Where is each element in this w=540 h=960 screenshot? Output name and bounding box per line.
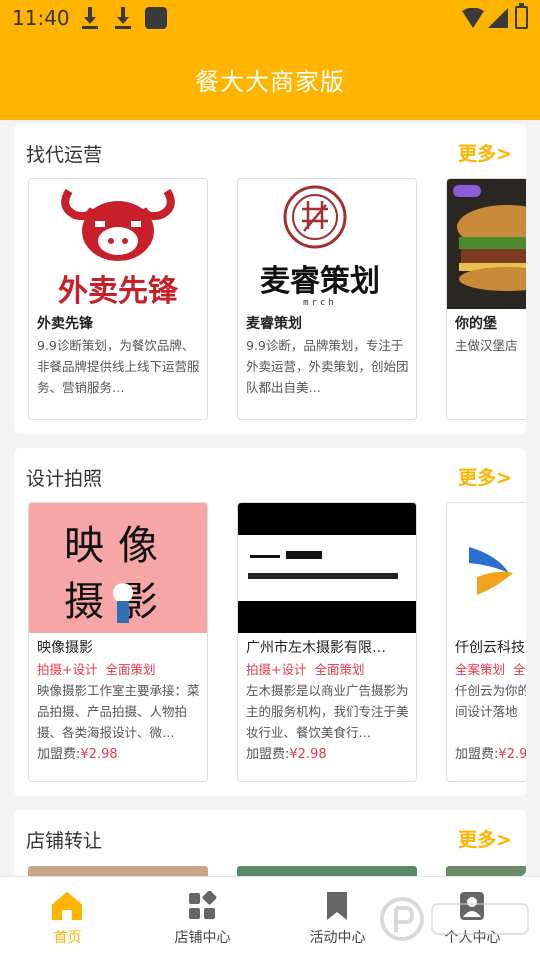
- more-link[interactable]: 更多>: [458, 825, 512, 852]
- download-icon: [115, 7, 131, 29]
- card-tags: 拍摄+设计 全面策划: [246, 662, 365, 677]
- card-name: 麦睿策划: [246, 316, 302, 332]
- bookmark-icon: [327, 892, 347, 920]
- card-name: 映像摄影: [37, 640, 93, 656]
- card-logo: 映像 摄影: [29, 503, 207, 633]
- card-photo[interactable]: [28, 866, 208, 876]
- section-operations: 找代运营 更多> 外卖先锋 外卖先锋 9.9诊断策划，为餐饮品牌、非餐品牌提供线…: [14, 124, 526, 434]
- card-description: 9.9诊断，品牌策划，专注于外卖运营，外卖策划，创始团队都出自美…: [246, 338, 409, 395]
- svg-text:映像: 映像: [64, 523, 172, 569]
- nav-home[interactable]: 首页: [0, 877, 135, 960]
- card-name: 你的堡: [455, 316, 497, 332]
- card-fee: 加盟费:¥2.9: [455, 747, 526, 762]
- card-logo: [447, 503, 526, 633]
- card-carousel[interactable]: 外卖先锋 外卖先锋 9.9诊断策划，为餐饮品牌、非餐品牌提供线上线下运营服务、营…: [28, 178, 526, 423]
- more-link[interactable]: 更多>: [458, 463, 512, 490]
- service-card[interactable]: 广州市左木摄影有限… 拍摄+设计 全面策划 左木摄影是以商业广告摄影为主的服务机构…: [237, 502, 417, 782]
- card-tags: 全案策划全: [455, 662, 526, 677]
- section-store-transfer: 店铺转让 更多>: [14, 810, 526, 876]
- card-name: 广州市左木摄影有限…: [246, 640, 386, 656]
- service-card[interactable]: 仟创云科技 全案策划全 仟创云为你的助攻，品牌v空间设计落地 加盟费:¥2.9: [446, 502, 526, 782]
- card-description: 9.9诊断策划，为餐饮品牌、非餐品牌提供线上线下运营服务、营销服务…: [37, 338, 200, 395]
- card-photo[interactable]: [446, 866, 526, 876]
- section-title: 店铺转让: [26, 830, 103, 852]
- section-design-photo: 设计拍照 更多> 映像 摄影 映像摄影 拍摄+设计全面策划 映像摄影工作室主要承…: [14, 448, 526, 796]
- section-title: 设计拍照: [26, 468, 103, 490]
- service-card[interactable]: 映像 摄影 映像摄影 拍摄+设计全面策划 映像摄影工作室主要承接：菜品拍摄、产品…: [28, 502, 208, 782]
- service-card[interactable]: 外卖先锋 外卖先锋 9.9诊断策划，为餐饮品牌、非餐品牌提供线上线下运营服务、营…: [28, 178, 208, 420]
- notification-app-icon: [145, 7, 167, 29]
- grid-icon: [189, 891, 217, 919]
- nav-label: 首页: [53, 930, 82, 946]
- nav-store-center[interactable]: 店铺中心: [135, 877, 270, 960]
- card-fee: 加盟费:¥2.98: [37, 747, 118, 762]
- card-description: 映像摄影工作室主要承接：菜品拍摄、产品拍摄、人物拍摄、各类海报设计、微…: [37, 683, 200, 740]
- page-title: 餐大大商家版: [195, 68, 345, 96]
- home-icon: [52, 892, 82, 920]
- status-time: 11:40: [12, 6, 70, 30]
- svg-text:外卖先锋: 外卖先锋: [58, 274, 179, 309]
- card-name: 仟创云科技: [455, 640, 525, 656]
- card-tags: 拍摄+设计 全面策划: [37, 662, 156, 677]
- section-title: 找代运营: [26, 144, 103, 166]
- battery-icon: [515, 3, 528, 29]
- card-carousel[interactable]: 映像 摄影 映像摄影 拍摄+设计全面策划 映像摄影工作室主要承接：菜品拍摄、产品…: [28, 502, 526, 786]
- card-logo: 外卖先锋: [29, 179, 207, 309]
- watermark-logo: [380, 897, 529, 941]
- card-description: 仟创云为你的助攻，品牌v空间设计落地: [455, 683, 526, 719]
- status-bar: 11:40: [0, 0, 540, 36]
- card-logo: 麦睿策划 mrch: [238, 179, 416, 309]
- card-description: 主做汉堡店: [455, 338, 518, 353]
- card-photo: [447, 179, 526, 309]
- cellular-icon: [488, 8, 508, 28]
- wifi-icon: [462, 8, 484, 28]
- card-fee: 加盟费:¥2.98: [246, 747, 327, 762]
- card-name: 外卖先锋: [37, 316, 93, 332]
- service-card[interactable]: 麦睿策划 mrch 麦睿策划 9.9诊断，品牌策划，专注于外卖运营，外卖策划，创…: [237, 178, 417, 420]
- card-photo[interactable]: [237, 866, 417, 876]
- nav-label: 店铺中心: [174, 930, 231, 946]
- svg-text:麦睿策划: 麦睿策划: [260, 264, 380, 299]
- card-description: 左木摄影是以商业广告摄影为主的服务机构，我们专注于美妆行业、餐饮美食行…: [246, 683, 409, 740]
- card-logo: [238, 503, 416, 633]
- more-link[interactable]: 更多>: [458, 139, 512, 166]
- service-card[interactable]: 你的堡 主做汉堡店: [446, 178, 526, 420]
- app-header: 11:40 餐大大商家版: [0, 0, 540, 120]
- download-icon: [82, 7, 98, 29]
- svg-text:mrch: mrch: [303, 298, 337, 308]
